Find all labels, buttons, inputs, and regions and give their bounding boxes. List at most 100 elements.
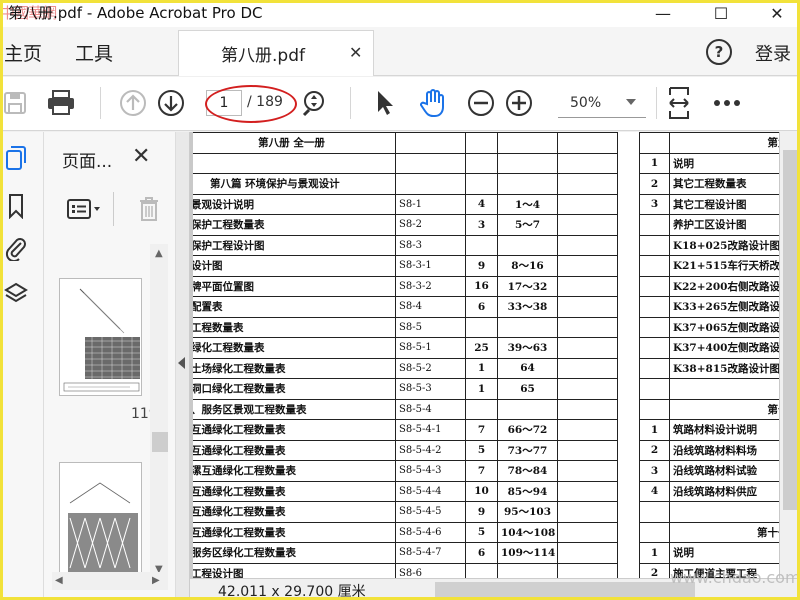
toc-item-note [557,132,618,154]
table-row: 4 沿线筑路材料供应 [639,480,779,502]
more-options-icon[interactable] [712,88,742,118]
panel-title: 页面... [62,152,113,172]
table-row: 、服务区景观工程数量表 S8-5-4 [193,398,618,420]
toc-item-number [639,214,670,236]
toc-item-pages: 78～84 [497,460,558,482]
hand-tool-icon[interactable] [418,88,448,118]
layers-icon[interactable] [4,282,28,306]
table-row: 保护工程设计图 S8-3 [193,234,618,256]
document-viewport[interactable]: 第八册 全一册 第八篇 环境保护与景观设计 景观设计说明 S8-1 4 1～4 保护工程数量… [190,132,800,578]
toc-item-note [557,562,618,578]
toc-item-name: 工程数量表 [193,316,396,338]
toc-item-name: 互通绿化工程数量表 [193,480,396,502]
close-panel-icon[interactable]: ✕ [132,144,150,169]
toc-table-left: 第八册 全一册 第八篇 环境保护与景观设计 景观设计说明 S8-1 4 1～4 保护工程数量… [193,132,618,578]
toc-item-quantity: 6 [465,296,498,318]
toc-item-pages [497,562,558,578]
toc-item-code: S8-6 [395,562,466,578]
toc-item-pages: 1～4 [497,193,558,215]
panel-scrollbar[interactable]: ▲ ▼ [150,244,168,580]
print-icon[interactable] [46,88,76,118]
thumbnail-options-icon[interactable] [64,194,104,224]
toc-item-name: 保护工程设计图 [193,234,396,256]
toc-item-name: 筑路材料设计说明 [669,419,779,441]
toc-item-quantity: 1 [465,357,498,379]
page-thumbnail[interactable] [59,462,142,582]
toc-item-name: 其它工程设计图 [669,193,779,215]
toc-item-pages [497,152,558,174]
toc-item-code [395,152,466,174]
zoom-out-icon[interactable] [466,88,496,118]
panel-collapse-handle[interactable] [176,132,190,600]
table-row: K21+515车行天桥改 [639,255,779,277]
tab-document[interactable]: 第八册.pdf ✕ [178,30,374,76]
tab-home[interactable]: 主页 [4,39,42,66]
toc-item-quantity: 25 [465,337,498,359]
login-link[interactable]: 登录 [755,40,791,66]
toc-item-code: S8-5-2 [395,357,466,379]
document-horizontal-scroll-thumb[interactable] [435,582,695,597]
panel-horizontal-scrollbar[interactable]: ◀ ▶ [52,572,168,590]
toc-item-pages [497,173,558,195]
table-row: 景观设计说明 S8-1 4 1～4 [193,193,618,215]
table-row: 第十一篇 [639,521,779,543]
scroll-up-icon[interactable]: ▲ [155,248,163,259]
page-thumbnail[interactable] [59,278,142,396]
toc-item-pages [497,132,558,154]
toc-item-name: 沿线筑路材料供应 [669,480,779,502]
scroll-right-icon[interactable]: ▶ [152,575,160,586]
toc-item-number: 1 [639,152,670,174]
close-tab-icon[interactable]: ✕ [349,43,362,62]
panel-scroll-thumb[interactable] [152,432,168,452]
maximize-button[interactable]: ☐ [698,0,744,27]
minimize-button[interactable]: — [640,0,686,27]
toc-item-quantity: 5 [465,521,498,543]
table-row: K38+815改路设计图 [639,357,779,379]
bookmark-icon[interactable] [4,194,28,219]
toc-item-number [639,357,670,379]
toc-item-name: K37+400左侧改路设 [669,337,779,359]
toc-item-code: S8-5-4-4 [395,480,466,502]
previous-page-icon[interactable] [118,88,148,118]
table-row: 第九篇 [639,132,779,154]
collapse-left-icon [178,357,185,369]
table-row: 洞口绿化工程数量表 S8-5-3 1 65 [193,378,618,400]
toc-item-code: S8-2 [395,214,466,236]
toc-item-note [557,480,618,502]
toc-item-quantity: 3 [465,214,498,236]
zoom-select[interactable]: 50% [558,90,646,118]
table-row [639,378,779,400]
table-row [193,152,618,174]
table-row: 互通绿化工程数量表 S8-5-4-1 7 66～72 [193,419,618,441]
document-scroll-thumb[interactable] [783,150,797,510]
tab-tools[interactable]: 工具 [75,39,113,66]
close-window-button[interactable]: ✕ [754,0,800,27]
toc-item-name: 土场绿化工程数量表 [193,357,396,379]
toc-item-code [395,132,466,154]
scroll-left-icon[interactable]: ◀ [55,575,63,586]
zoom-in-icon[interactable] [504,88,534,118]
table-row: 2 其它工程数量表 [639,173,779,195]
toc-item-code: S8-5-1 [395,337,466,359]
toc-item-name: 绿化工程数量表 [193,337,396,359]
save-icon[interactable] [0,88,30,118]
page-thumbnails-icon[interactable] [4,146,28,170]
select-cursor-icon[interactable] [370,88,400,118]
table-row: 绿化工程数量表 S8-5-1 25 39～63 [193,337,618,359]
zoom-marquee-icon[interactable] [300,88,330,118]
table-row: K37+400左侧改路设 [639,337,779,359]
attachment-icon[interactable] [4,236,28,261]
document-page: 第八册 全一册 第八篇 环境保护与景观设计 景观设计说明 S8-1 4 1～4 保护工程数量… [193,132,779,578]
toc-item-pages: 66～72 [497,419,558,441]
toc-item-note [557,337,618,359]
table-row: 第八册 全一册 [193,132,618,154]
table-row: 1 说明 [639,542,779,564]
toc-item-name: 景观设计说明 [193,193,396,215]
delete-page-icon[interactable] [134,194,164,224]
help-icon[interactable]: ? [706,39,732,65]
document-scrollbar[interactable] [780,132,800,578]
fit-page-icon[interactable] [664,87,694,119]
table-row: 养护工区设计图 [639,214,779,236]
next-page-icon[interactable] [156,88,186,118]
toc-item-code: S8-5-4-5 [395,501,466,523]
